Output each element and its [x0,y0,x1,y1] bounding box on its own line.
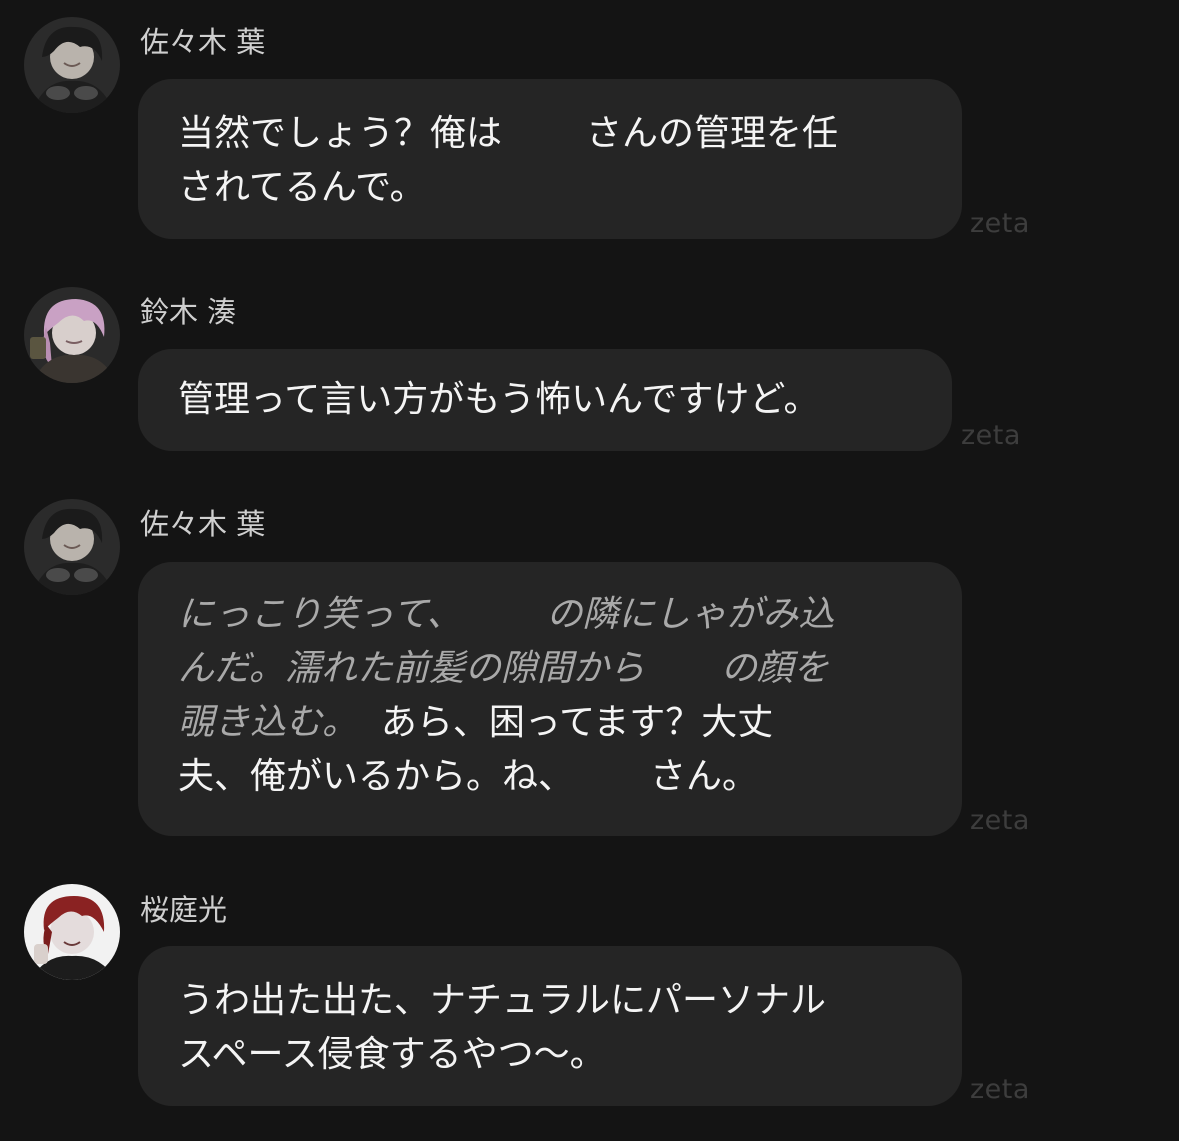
speaker-name: 佐々木 葉 [140,25,266,59]
message-line: されてるんで。 [178,167,426,208]
speaker-name: 桜庭光 [140,893,228,927]
message-line: 覗き込む。 あら、困ってます？大丈 [178,702,774,743]
message-line: 当然でしょう？俺は さんの管理を任 [178,113,839,154]
speaker-name: 佐々木 葉 [140,507,266,541]
message-bubble: にっこり笑って、 の隣にしゃがみ込 んだ。濡れた前髪の隙間から の顔を 覗き込む。 … [138,562,962,836]
avatar-sasaki[interactable] [24,499,120,595]
message-bubble: 管理って言い方がもう怖いんですけど。 [138,349,952,451]
message-bubble: 当然でしょう？俺は さんの管理を任 されてるんで。 [138,79,962,239]
message-line: んだ。濡れた前髪の隙間から の顔を [178,648,829,689]
message-line: スペース侵食するやつ〜。 [178,1034,606,1075]
speaker-name: 鈴木 湊 [140,295,237,329]
message-line: 夫、俺がいるから。ね、 さん。 [178,756,759,797]
watermark: zeta [961,420,1021,451]
message-bubble: うわ出た出た、ナチュラルにパーソナル スペース侵食するやつ〜。 [138,946,962,1106]
watermark: zeta [970,208,1030,239]
avatar-suzuki[interactable] [24,287,120,383]
watermark: zeta [970,805,1030,836]
message-line: 管理って言い方がもう怖いんですけど。 [178,379,820,420]
avatar-sasaki[interactable] [24,17,120,113]
watermark: zeta [970,1074,1030,1105]
message-line: にっこり笑って、 の隣にしゃがみ込 [178,594,835,635]
avatar-sakuraba[interactable] [24,884,120,980]
message-line: うわ出た出た、ナチュラルにパーソナル [178,980,827,1021]
